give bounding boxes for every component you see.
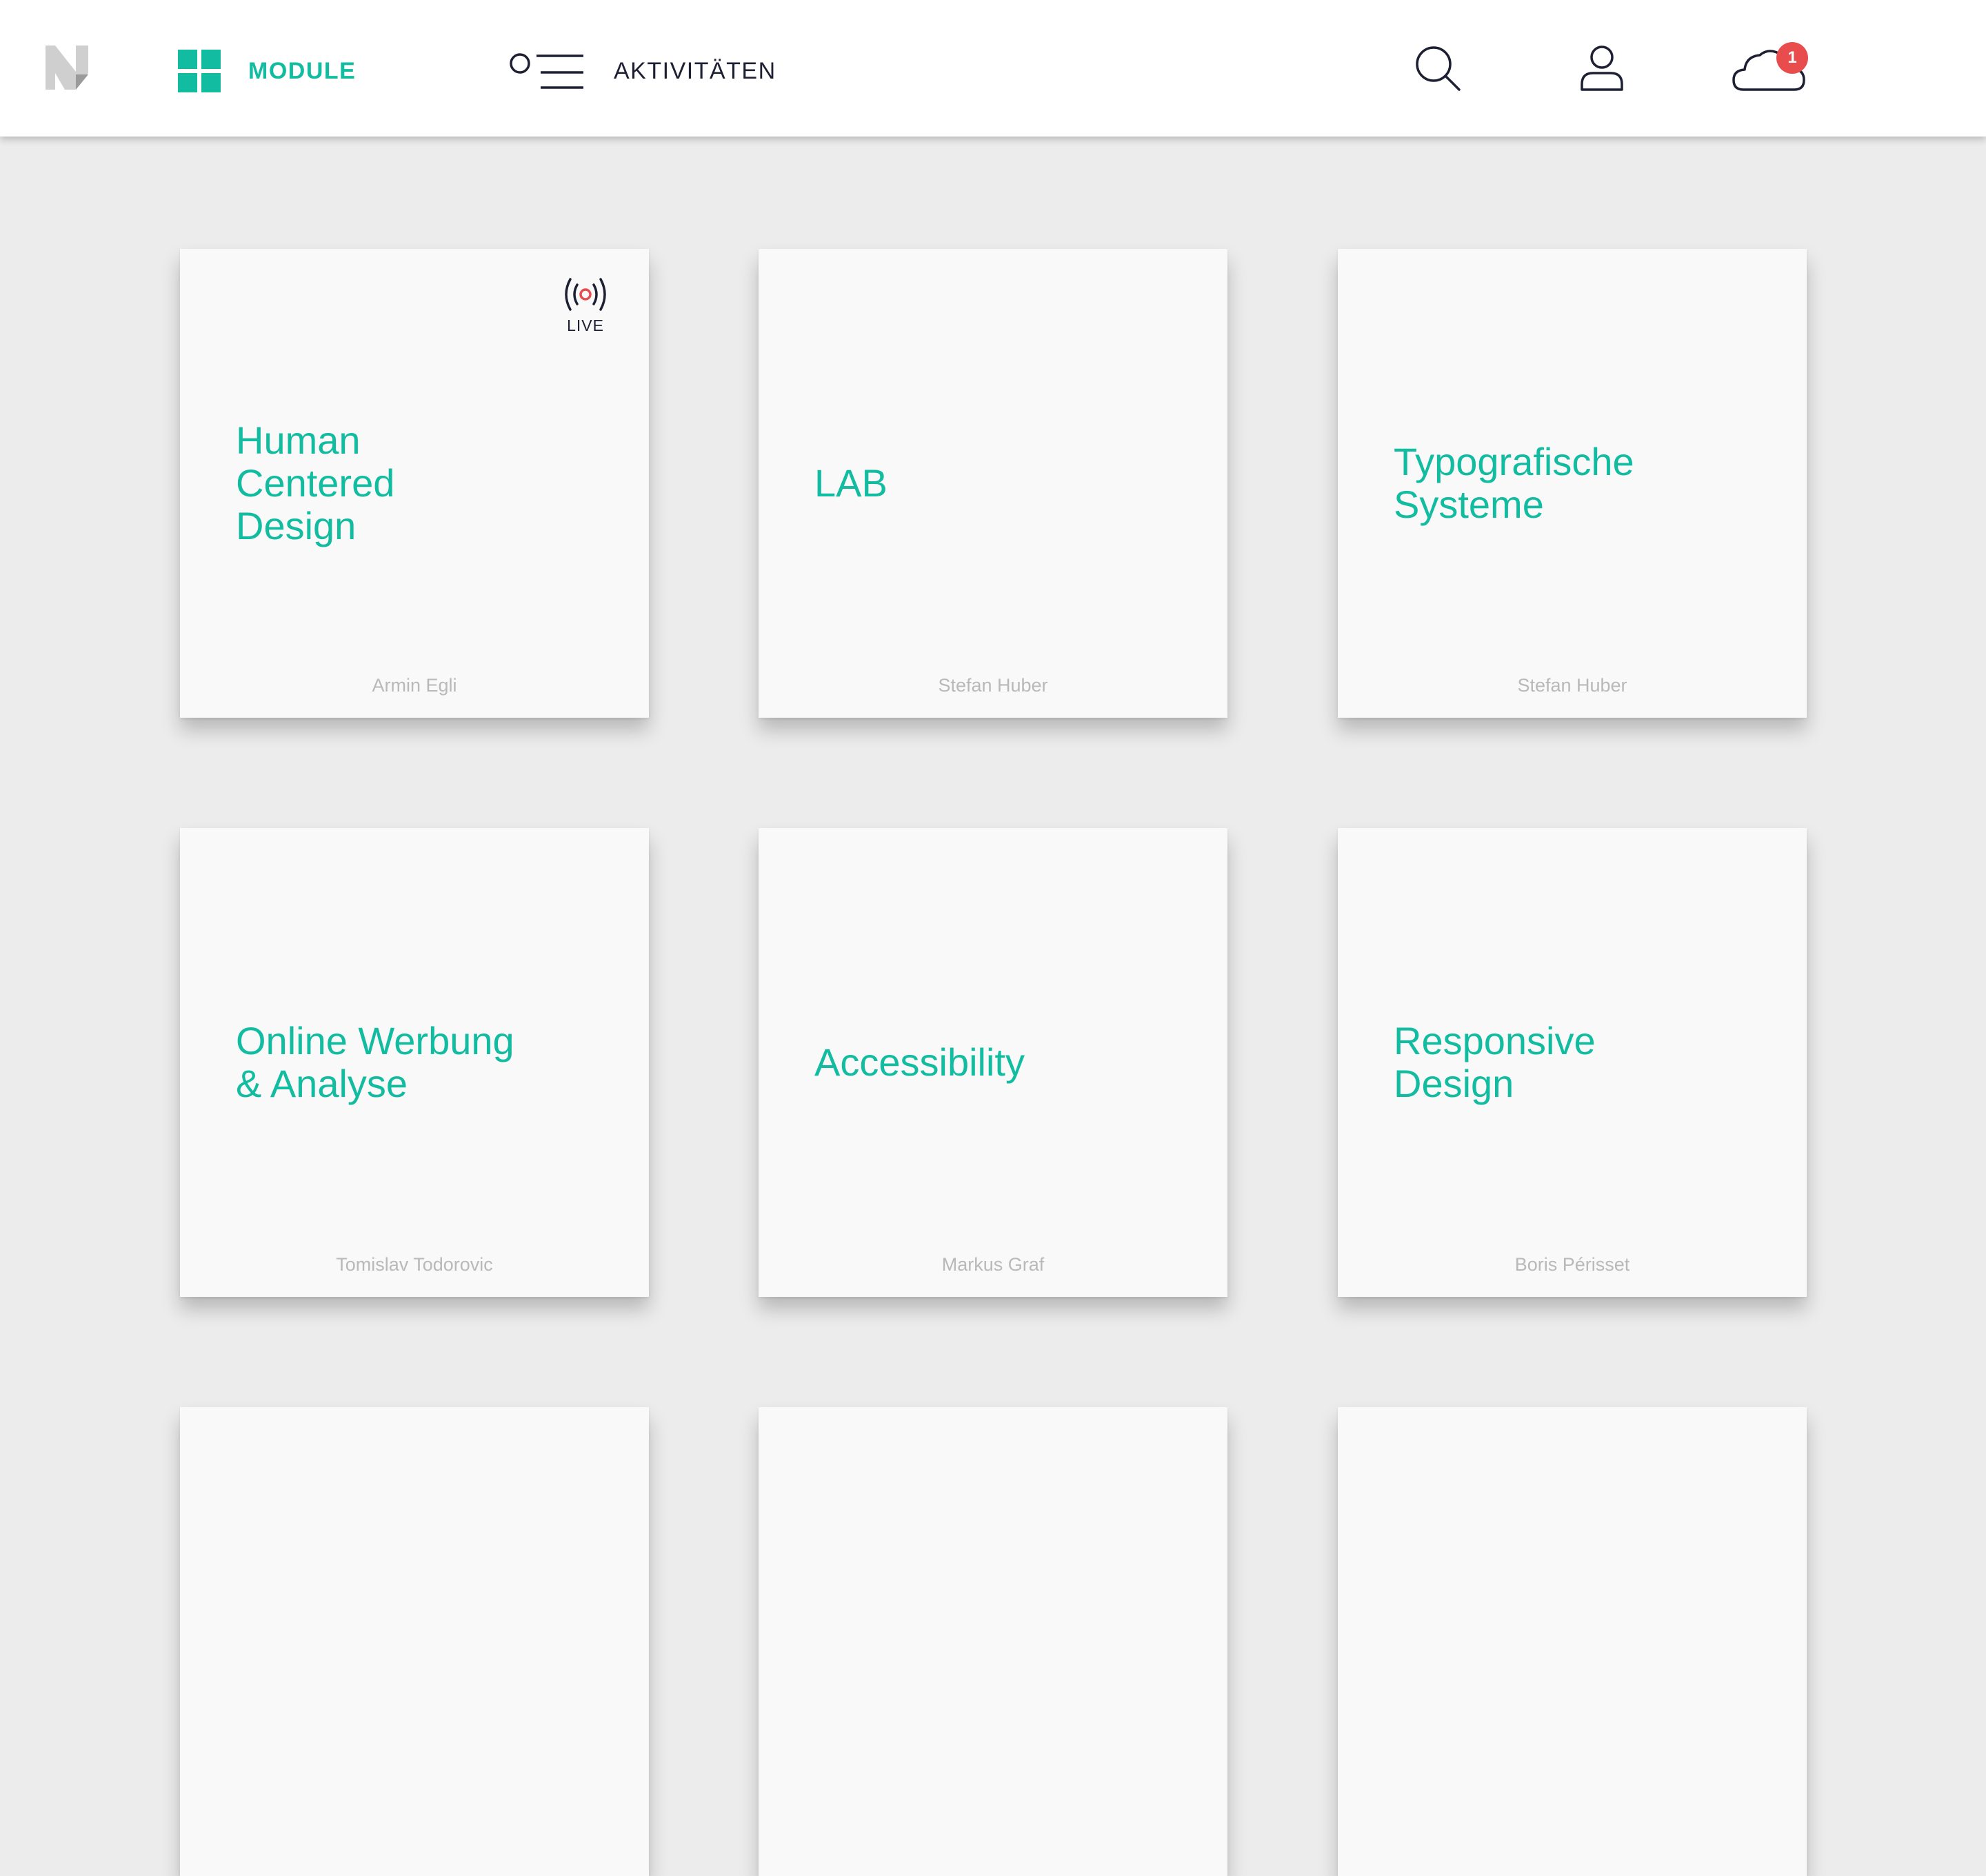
nav-module-link[interactable]: MODULE — [178, 50, 356, 92]
logo-icon[interactable] — [46, 46, 88, 90]
module-author: Boris Périsset — [1514, 1254, 1630, 1275]
live-broadcast-icon — [565, 278, 606, 311]
module-card-lab[interactable]: LAB Stefan Huber — [759, 249, 1227, 718]
module-title: Human Centered Design — [236, 418, 395, 547]
live-label: LIVE — [567, 316, 604, 334]
search-icon[interactable] — [1414, 44, 1462, 92]
module-card-typografische-systeme[interactable]: Typografische Systeme Stefan Huber — [1338, 249, 1807, 718]
nav-activities-label: AKTIVITÄTEN — [614, 57, 776, 84]
module-author: Stefan Huber — [938, 675, 1048, 696]
module-title: Typografische Systeme — [1394, 440, 1634, 526]
module-card-partial[interactable] — [759, 1407, 1227, 1876]
nav-module-label: MODULE — [248, 57, 357, 84]
module-card-partial[interactable] — [180, 1407, 649, 1876]
module-card-human-centered-design[interactable]: LIVE Human Centered Design Armin Egli — [180, 249, 649, 718]
module-card-responsive-design[interactable]: Responsive Design Boris Périsset — [1338, 828, 1807, 1297]
grid-icon — [178, 50, 221, 92]
module-title: Online Werbung & Analyse — [236, 1019, 514, 1105]
module-title: Responsive Design — [1394, 1019, 1596, 1105]
module-card-partial[interactable] — [1338, 1407, 1807, 1876]
top-navigation-bar: MODULE AKTIVITÄTEN 1 — [0, 0, 1986, 137]
notification-badge: 1 — [1776, 42, 1808, 74]
module-author: Stefan Huber — [1517, 675, 1627, 696]
module-card-online-werbung[interactable]: Online Werbung & Analyse Tomislav Todoro… — [180, 828, 649, 1297]
activity-list-icon — [510, 53, 583, 89]
nav-activities-link[interactable]: AKTIVITÄTEN — [509, 50, 776, 92]
module-title: LAB — [814, 461, 887, 505]
user-icon[interactable] — [1578, 44, 1626, 92]
module-author: Tomislav Todorovic — [336, 1254, 493, 1275]
module-card-accessibility[interactable]: Accessibility Markus Graf — [759, 828, 1227, 1297]
module-title: Accessibility — [814, 1040, 1025, 1084]
live-indicator: LIVE — [556, 275, 615, 337]
module-author: Markus Graf — [941, 1254, 1045, 1275]
module-author: Armin Egli — [372, 675, 457, 696]
